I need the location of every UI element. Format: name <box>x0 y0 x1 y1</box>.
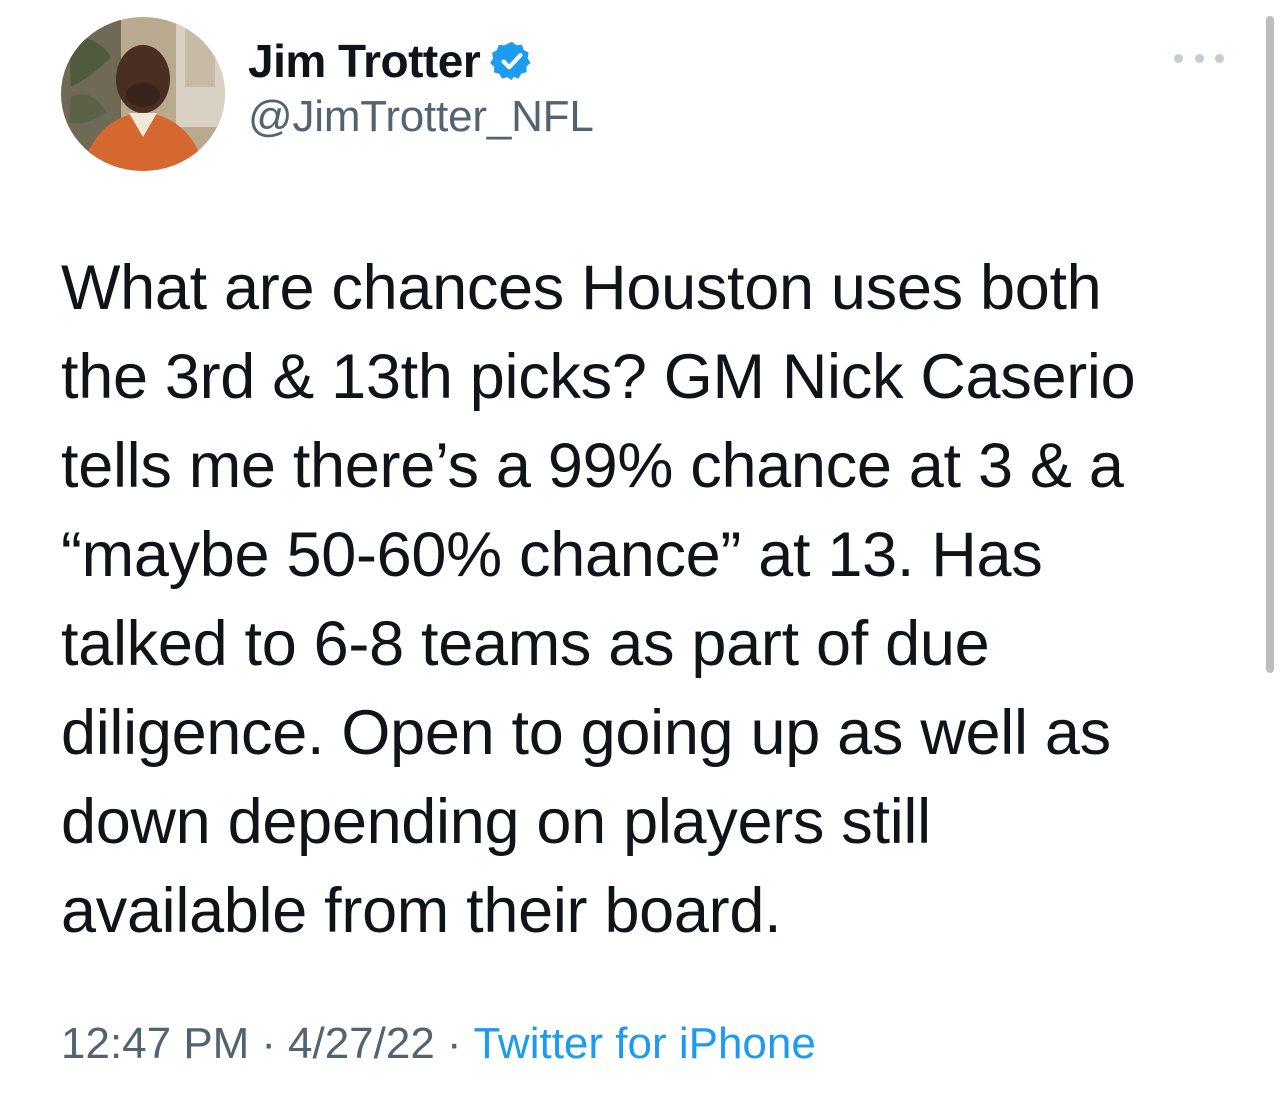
avatar[interactable] <box>61 17 225 171</box>
tweet-text: What are chances Houston uses both the 3… <box>61 253 1136 946</box>
avatar-photo <box>61 17 225 171</box>
author-handle[interactable]: @JimTrotter_NFL <box>248 92 594 142</box>
author-display-name[interactable]: Jim Trotter <box>248 34 481 88</box>
more-horizontal-icon[interactable] <box>1174 40 1224 76</box>
scrollbar[interactable] <box>1266 16 1274 673</box>
tweet-time[interactable]: 12:47 PM <box>61 1019 249 1068</box>
tweet-date[interactable]: 4/27/22 <box>288 1019 435 1068</box>
tweet-source-link[interactable]: Twitter for iPhone <box>473 1019 815 1068</box>
more-dot <box>1215 53 1224 63</box>
verified-badge-icon <box>490 39 534 83</box>
author-name-row: Jim Trotter <box>248 30 534 92</box>
meta-separator: · <box>261 1019 276 1068</box>
more-dot <box>1194 53 1204 63</box>
meta-separator: · <box>446 1019 462 1068</box>
tweet-meta: 12:47 PM · 4/27/22 · Twitter for iPhone <box>61 1014 816 1074</box>
more-dot <box>1174 53 1183 63</box>
